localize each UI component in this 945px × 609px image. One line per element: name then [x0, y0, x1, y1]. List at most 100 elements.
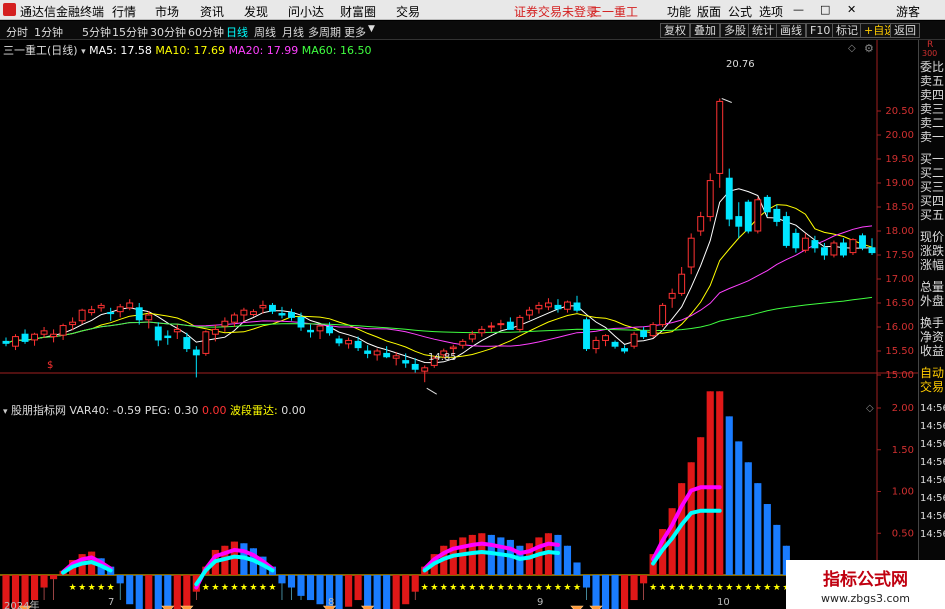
low-price-label: 14.85 — [428, 352, 457, 363]
candle-body — [192, 349, 200, 356]
period-1min[interactable]: 1分钟 — [34, 24, 63, 40]
minimize-icon[interactable]: — — [793, 3, 804, 16]
back-button[interactable]: 返回 — [890, 23, 920, 38]
star-marker: ★ — [497, 583, 505, 593]
draw-line-button[interactable]: 画线 — [776, 23, 806, 38]
panel-label-changepct: 涨幅 — [920, 258, 945, 272]
menu-wealth-circle[interactable]: 财富圈 — [340, 3, 376, 20]
y-tick-label: 19.50 — [885, 154, 914, 165]
maximize-icon[interactable]: □ — [820, 3, 830, 16]
period-weekly[interactable]: 周线 — [254, 24, 276, 40]
period-5min[interactable]: 5分钟 — [82, 24, 111, 40]
candle-body — [154, 326, 162, 341]
indicator-expand-icon[interactable]: ◇ — [866, 403, 874, 414]
x-label-8: 8 — [328, 597, 335, 608]
period-30min[interactable]: 30分钟 — [150, 24, 186, 40]
candle-body — [535, 304, 543, 310]
star-marker: ★ — [649, 583, 657, 593]
menu-market[interactable]: 市场 — [155, 3, 179, 20]
ma5-label: MA5: 17.58 — [89, 44, 152, 57]
star-marker: ★ — [744, 583, 752, 593]
expand-icon[interactable]: ◇ — [848, 43, 856, 54]
panel-label-buy4: 买四 — [920, 194, 945, 208]
y-tick-label: 16.00 — [885, 322, 914, 333]
menu-market-quotes[interactable]: 行情 — [112, 3, 136, 20]
menu-trade[interactable]: 交易 — [396, 3, 420, 20]
period-15min[interactable]: 15分钟 — [112, 24, 148, 40]
adjust-button[interactable]: 复权 — [660, 23, 690, 38]
period-60min[interactable]: 60分钟 — [188, 24, 224, 40]
y-tick-label: 20.50 — [885, 106, 914, 117]
menu-xiaoda[interactable]: 问小达 — [288, 3, 324, 20]
candle-body — [630, 333, 638, 347]
panel-label-earnings: 收益 — [920, 344, 945, 358]
ind-bar — [773, 524, 781, 575]
candle-body — [69, 321, 77, 326]
guest-label[interactable]: 游客 — [896, 3, 920, 20]
panel-trade[interactable]: 交易 — [920, 380, 944, 394]
candle-body — [364, 350, 372, 354]
period-multi[interactable]: 多周期 — [308, 24, 341, 40]
candle-body — [744, 201, 752, 232]
star-marker: ★ — [268, 583, 276, 593]
menu-formula[interactable]: 公式 — [728, 3, 752, 20]
login-status[interactable]: 证券交易未登录 — [514, 3, 598, 20]
settings-icon[interactable]: ⚙ — [864, 42, 874, 55]
mark-button[interactable]: 标记 — [832, 23, 862, 38]
f10-button[interactable]: F10 — [806, 23, 835, 38]
close-icon[interactable]: ✕ — [847, 3, 856, 16]
panel-time-5: 14:56 — [920, 475, 945, 486]
panel-label-price: 现价 — [920, 230, 945, 244]
star-marker: ★ — [735, 583, 743, 593]
overlay-button[interactable]: 叠加 — [690, 23, 720, 38]
ind-bar — [582, 575, 591, 588]
ind-bar — [383, 575, 391, 609]
ind-bar — [145, 575, 153, 609]
star-marker: ★ — [202, 583, 210, 593]
ind-y-tick-label: 1.50 — [892, 445, 914, 456]
ind-bar — [173, 575, 181, 609]
panel-label-weibi: 委比 — [920, 60, 945, 74]
period-more[interactable]: 更多 — [344, 24, 366, 40]
panel-auto[interactable]: 自动 — [920, 366, 944, 380]
candle-body — [12, 336, 19, 347]
ma5-line — [5, 188, 873, 364]
candle-body — [678, 273, 686, 294]
ind-bar — [154, 575, 162, 609]
panel-label-turnover: 换手 — [920, 316, 945, 330]
candle-body — [297, 316, 305, 328]
menu-layout[interactable]: 版面 — [697, 3, 721, 20]
candle-body — [116, 306, 124, 313]
star-marker: ★ — [69, 583, 77, 593]
candle-body — [278, 313, 286, 316]
dividend-marker[interactable]: $ — [47, 360, 53, 371]
period-intraday[interactable]: 分时 — [6, 24, 28, 40]
candle-body — [59, 325, 67, 336]
indicator-dropdown-icon[interactable]: ▾ — [3, 407, 8, 417]
menu-discover[interactable]: 发现 — [244, 3, 268, 20]
multi-stock-button[interactable]: 多股 — [720, 23, 750, 38]
star-marker: ★ — [716, 583, 724, 593]
star-marker: ★ — [506, 583, 514, 593]
candle-body — [402, 360, 410, 364]
star-marker: ★ — [221, 583, 229, 593]
x-label-2024: 2024年 — [4, 601, 40, 609]
chart-title: 三一重工(日线) — [3, 44, 78, 57]
panel-label-sell4: 卖四 — [920, 88, 945, 102]
menu-options[interactable]: 选项 — [759, 3, 783, 20]
period-monthly[interactable]: 月线 — [282, 24, 304, 40]
period-daily[interactable]: 日线 — [226, 24, 248, 40]
statistics-button[interactable]: 统计 — [748, 23, 778, 38]
ind-bar — [335, 575, 343, 609]
more-chevron-icon[interactable]: ▼ — [368, 24, 375, 34]
y-tick-label: 16.50 — [885, 298, 914, 309]
dropdown-icon[interactable]: ▾ — [81, 47, 86, 57]
menu-news[interactable]: 资讯 — [200, 3, 224, 20]
y-tick-label: 15.00 — [885, 370, 914, 381]
star-marker: ★ — [88, 583, 96, 593]
chart-area[interactable]: ★ ★ ★ ★ ★ ★ ★ ★ ★ ★ ★ ★ ★ ★ ★ ★ ★ ★ ★ ★ ★ ★ ★ ★ ★ ★ ★ ★ ★ ★ ★ ★ ★ ★ ★ ★ ★ ★ ★ ★… — [0, 40, 918, 609]
candle-body — [859, 235, 866, 249]
candle-body — [649, 324, 657, 337]
menu-functions[interactable]: 功能 — [667, 3, 691, 20]
candle-body — [840, 242, 847, 256]
